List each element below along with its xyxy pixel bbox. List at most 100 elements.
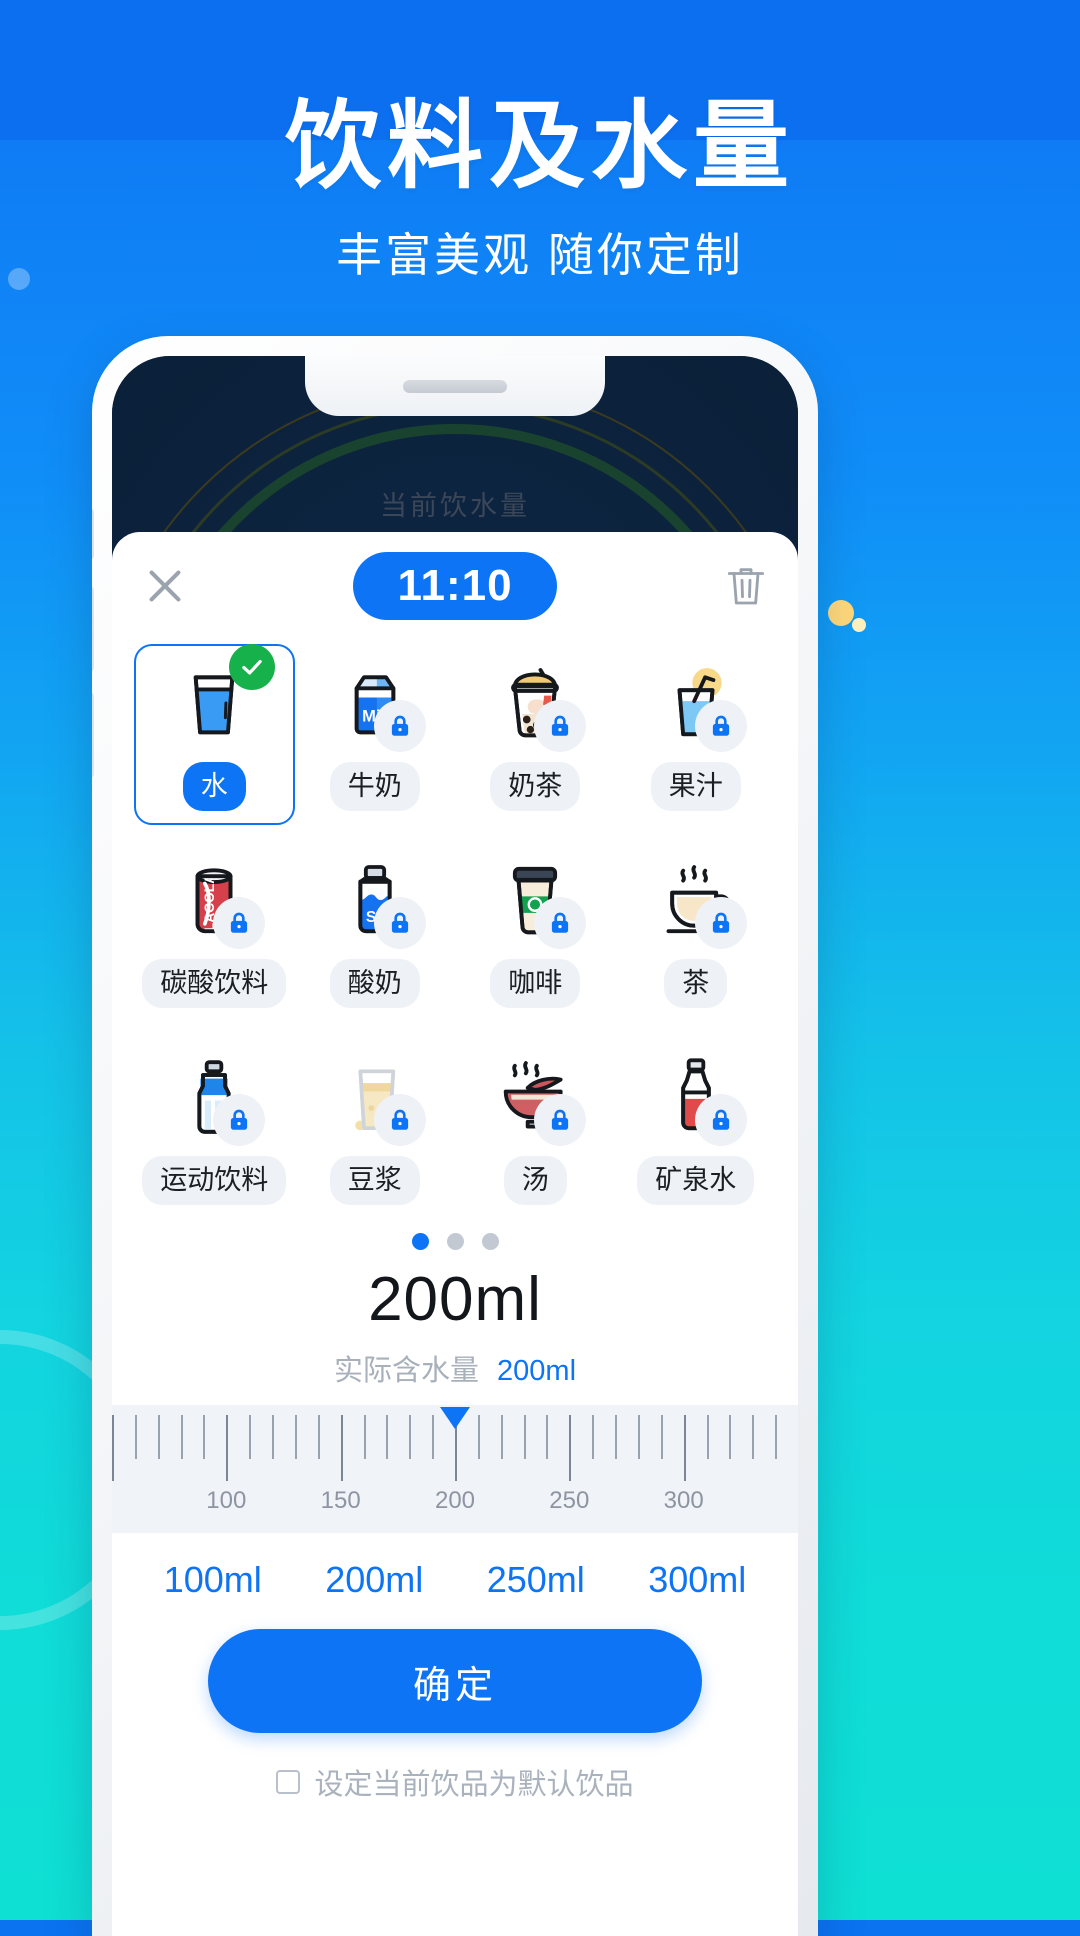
lock-icon <box>213 1094 266 1146</box>
drink-option-汤[interactable]: 汤 <box>455 1038 616 1219</box>
ruler-tick <box>683 1415 686 1481</box>
drink-option-label: 咖啡 <box>490 959 581 1008</box>
ruler-tick <box>477 1415 480 1459</box>
drink-option-label: 茶 <box>664 959 728 1008</box>
sheet-header: 11:10 <box>112 532 798 640</box>
quick-amount-row: 100ml 200ml 250ml 300ml <box>112 1533 798 1607</box>
lock-icon <box>534 700 587 752</box>
soymilk-glass-icon <box>328 1050 426 1146</box>
drink-option-咖啡[interactable]: 咖啡 <box>455 841 616 1022</box>
pagination-dot-1[interactable] <box>411 1233 429 1250</box>
pagination-dots <box>112 1233 798 1250</box>
ruler-tick <box>386 1415 389 1459</box>
drink-option-果汁[interactable]: 果汁 <box>616 644 777 825</box>
ruler-tick <box>363 1415 366 1459</box>
ruler-tick <box>432 1415 435 1459</box>
ruler-tick <box>752 1415 755 1459</box>
check-icon <box>229 644 276 690</box>
confirm-button[interactable]: 确定 <box>208 1629 702 1733</box>
mineral-bottle-icon <box>649 1050 747 1146</box>
ruler-label: 150 <box>320 1487 361 1514</box>
ruler-tick <box>249 1415 252 1459</box>
ruler-tick <box>706 1415 709 1459</box>
ruler-tick <box>112 1415 114 1481</box>
ruler-labels: 100 150 200 250 300 <box>112 1487 798 1517</box>
actual-water-value: 200ml <box>497 1355 577 1387</box>
time-pill-button[interactable]: 11:10 <box>353 552 557 620</box>
ruler-tick <box>180 1415 183 1459</box>
drink-option-豆浆[interactable]: 豆浆 <box>295 1038 456 1219</box>
lock-icon <box>694 700 747 752</box>
background-dot-decoration-right <box>828 600 854 626</box>
ruler-tick <box>157 1415 160 1459</box>
drink-option-茶[interactable]: 茶 <box>616 841 777 1022</box>
default-drink-checkbox[interactable] <box>276 1770 301 1794</box>
lock-icon <box>694 1094 747 1146</box>
quick-amount-100ml[interactable]: 100ml <box>164 1559 262 1601</box>
trash-icon[interactable] <box>726 564 766 608</box>
drink-option-牛奶[interactable]: Milk 牛奶 <box>295 644 456 825</box>
drink-option-运动饮料[interactable]: 运动饮料 <box>134 1038 295 1219</box>
lock-icon <box>373 700 426 752</box>
sports-bottle-icon <box>167 1050 266 1146</box>
ruler-tick <box>637 1415 640 1459</box>
amount-ruler-slider[interactable]: 100 150 200 250 300 <box>112 1405 798 1533</box>
drink-option-label: 汤 <box>503 1156 567 1205</box>
ruler-tick <box>203 1415 206 1459</box>
pagination-dot-3[interactable] <box>481 1233 499 1250</box>
ruler-tick <box>729 1415 732 1459</box>
drink-option-酸奶[interactable]: So 酸奶 <box>295 841 456 1022</box>
ruler-tick <box>660 1415 663 1459</box>
default-drink-row[interactable]: 设定当前饮品为默认饮品 <box>208 1733 702 1803</box>
lock-icon <box>213 897 266 949</box>
drink-option-label: 豆浆 <box>329 1156 420 1205</box>
ruler-tick <box>546 1415 549 1459</box>
drink-option-label: 牛奶 <box>329 762 420 811</box>
ruler-tick <box>523 1415 526 1459</box>
lock-icon <box>534 1094 587 1146</box>
phone-earpiece-speaker <box>403 380 507 393</box>
ruler-tick <box>775 1415 778 1459</box>
quick-amount-300ml[interactable]: 300ml <box>648 1559 746 1601</box>
drink-option-水[interactable]: 水 <box>134 644 295 825</box>
juice-glass-icon <box>649 656 747 752</box>
amount-display: 200ml 实际含水量 200ml <box>112 1256 798 1389</box>
amount-value: 200ml <box>368 1265 542 1334</box>
ruler-tick <box>409 1415 412 1459</box>
ruler-tick <box>500 1415 503 1459</box>
ruler-label: 300 <box>663 1487 704 1514</box>
quick-amount-200ml[interactable]: 200ml <box>325 1559 423 1601</box>
drink-option-碳酸饮料[interactable]: COLACOLA 碳酸饮料 <box>134 841 295 1022</box>
ruler-tick <box>272 1415 275 1459</box>
default-drink-label: 设定当前饮品为默认饮品 <box>314 1769 634 1801</box>
ruler-label: 250 <box>549 1487 590 1514</box>
drink-option-label: 矿泉水 <box>637 1156 755 1205</box>
yogurt-carton-icon: So <box>328 853 426 949</box>
phone-side-button-mute <box>92 508 94 560</box>
close-icon[interactable] <box>142 563 188 609</box>
drink-option-奶茶[interactable]: 奶茶 <box>455 644 616 825</box>
ruler-tick <box>340 1415 343 1481</box>
add-drink-sheet: 11:10 水 牛奶 奶茶 果汁 COLACOLA 碳酸饮料 酸奶 咖啡 茶 运… <box>112 532 798 1936</box>
promo-headline: 饮料及水量 丰富美观 随你定制 <box>0 95 1080 285</box>
drink-option-label: 果汁 <box>650 762 741 811</box>
drink-option-label: 水 <box>182 762 246 811</box>
quick-amount-250ml[interactable]: 250ml <box>487 1559 585 1601</box>
drink-option-矿泉水[interactable]: 矿泉水 <box>616 1038 777 1219</box>
coffee-cup-icon <box>488 853 587 949</box>
phone-side-button-volume-down <box>92 692 94 778</box>
ruler-tick <box>569 1415 572 1481</box>
ruler-tick <box>226 1415 229 1481</box>
drink-grid: 水 Milk 牛奶 <box>112 640 798 1219</box>
ruler-tick <box>134 1415 137 1459</box>
ruler-label: 200 <box>434 1487 476 1514</box>
drink-option-label: 奶茶 <box>490 762 581 811</box>
lock-icon <box>694 897 747 949</box>
ruler-tick <box>294 1415 297 1459</box>
ruler-tick <box>592 1415 595 1459</box>
bubble-tea-icon <box>488 656 587 752</box>
app-background-title: 当前饮水量 <box>380 491 530 521</box>
pagination-dot-2[interactable] <box>446 1233 464 1250</box>
drink-option-label: 碳酸饮料 <box>142 959 287 1008</box>
ruler-tick <box>317 1415 320 1459</box>
